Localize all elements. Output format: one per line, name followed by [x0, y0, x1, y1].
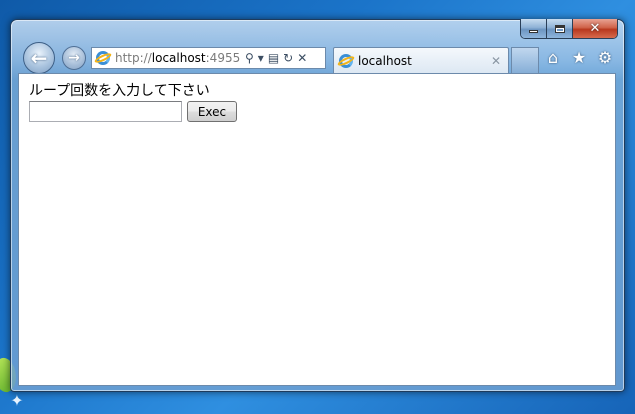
back-button[interactable]: ←	[23, 42, 55, 74]
address-bar[interactable]: http://localhost:4955 ⚲ ▾ ▤ ↻ ✕	[91, 47, 326, 69]
back-arrow-icon: ←	[30, 46, 48, 70]
maximize-icon	[554, 24, 565, 33]
url-host: localhost	[151, 51, 206, 65]
loop-count-input[interactable]	[29, 101, 182, 122]
ie-page-icon	[93, 50, 113, 66]
url-port: :4955	[205, 51, 241, 65]
browser-window: ✕ ← → http://localhost:4955 ⚲ ▾ ▤ ↻ ✕ lo…	[10, 19, 625, 392]
maximize-button[interactable]	[547, 19, 573, 38]
loop-form: Exec	[29, 101, 615, 122]
tab-localhost[interactable]: localhost ✕	[333, 47, 509, 73]
address-tools: ⚲ ▾ ▤ ↻ ✕	[245, 51, 307, 65]
dropdown-icon[interactable]: ▾	[258, 51, 264, 65]
close-button[interactable]: ✕	[573, 19, 617, 38]
star-icon[interactable]: ★	[570, 48, 588, 67]
home-icon[interactable]: ⌂	[544, 48, 562, 67]
forward-arrow-icon: →	[68, 50, 80, 66]
exec-button[interactable]: Exec	[187, 101, 237, 122]
minimize-icon	[529, 30, 538, 33]
tab-ie-icon	[336, 53, 356, 69]
loop-count-prompt: ループ回数を入力して下さい	[29, 83, 210, 99]
tab-close-icon[interactable]: ✕	[488, 54, 504, 68]
tab-title: localhost	[358, 53, 412, 68]
refresh-icon[interactable]: ↻	[283, 51, 293, 65]
minimize-button[interactable]	[521, 19, 547, 38]
page-content: ループ回数を入力して下さい Exec	[18, 73, 616, 386]
stop-icon[interactable]: ✕	[297, 51, 307, 65]
new-tab-button[interactable]	[511, 47, 539, 73]
forward-button[interactable]: →	[62, 46, 86, 70]
desktop-butterfly-icon: ✦	[10, 391, 24, 410]
address-url[interactable]: http://localhost:4955	[115, 51, 241, 65]
browser-toolbar-icons: ⌂ ★ ⚙	[544, 48, 614, 67]
close-icon: ✕	[589, 21, 601, 36]
compatibility-view-icon[interactable]: ▤	[268, 51, 279, 65]
window-caption-buttons: ✕	[520, 19, 618, 39]
search-icon[interactable]: ⚲	[245, 51, 254, 65]
gear-icon[interactable]: ⚙	[596, 48, 614, 67]
url-scheme: http://	[115, 51, 152, 65]
